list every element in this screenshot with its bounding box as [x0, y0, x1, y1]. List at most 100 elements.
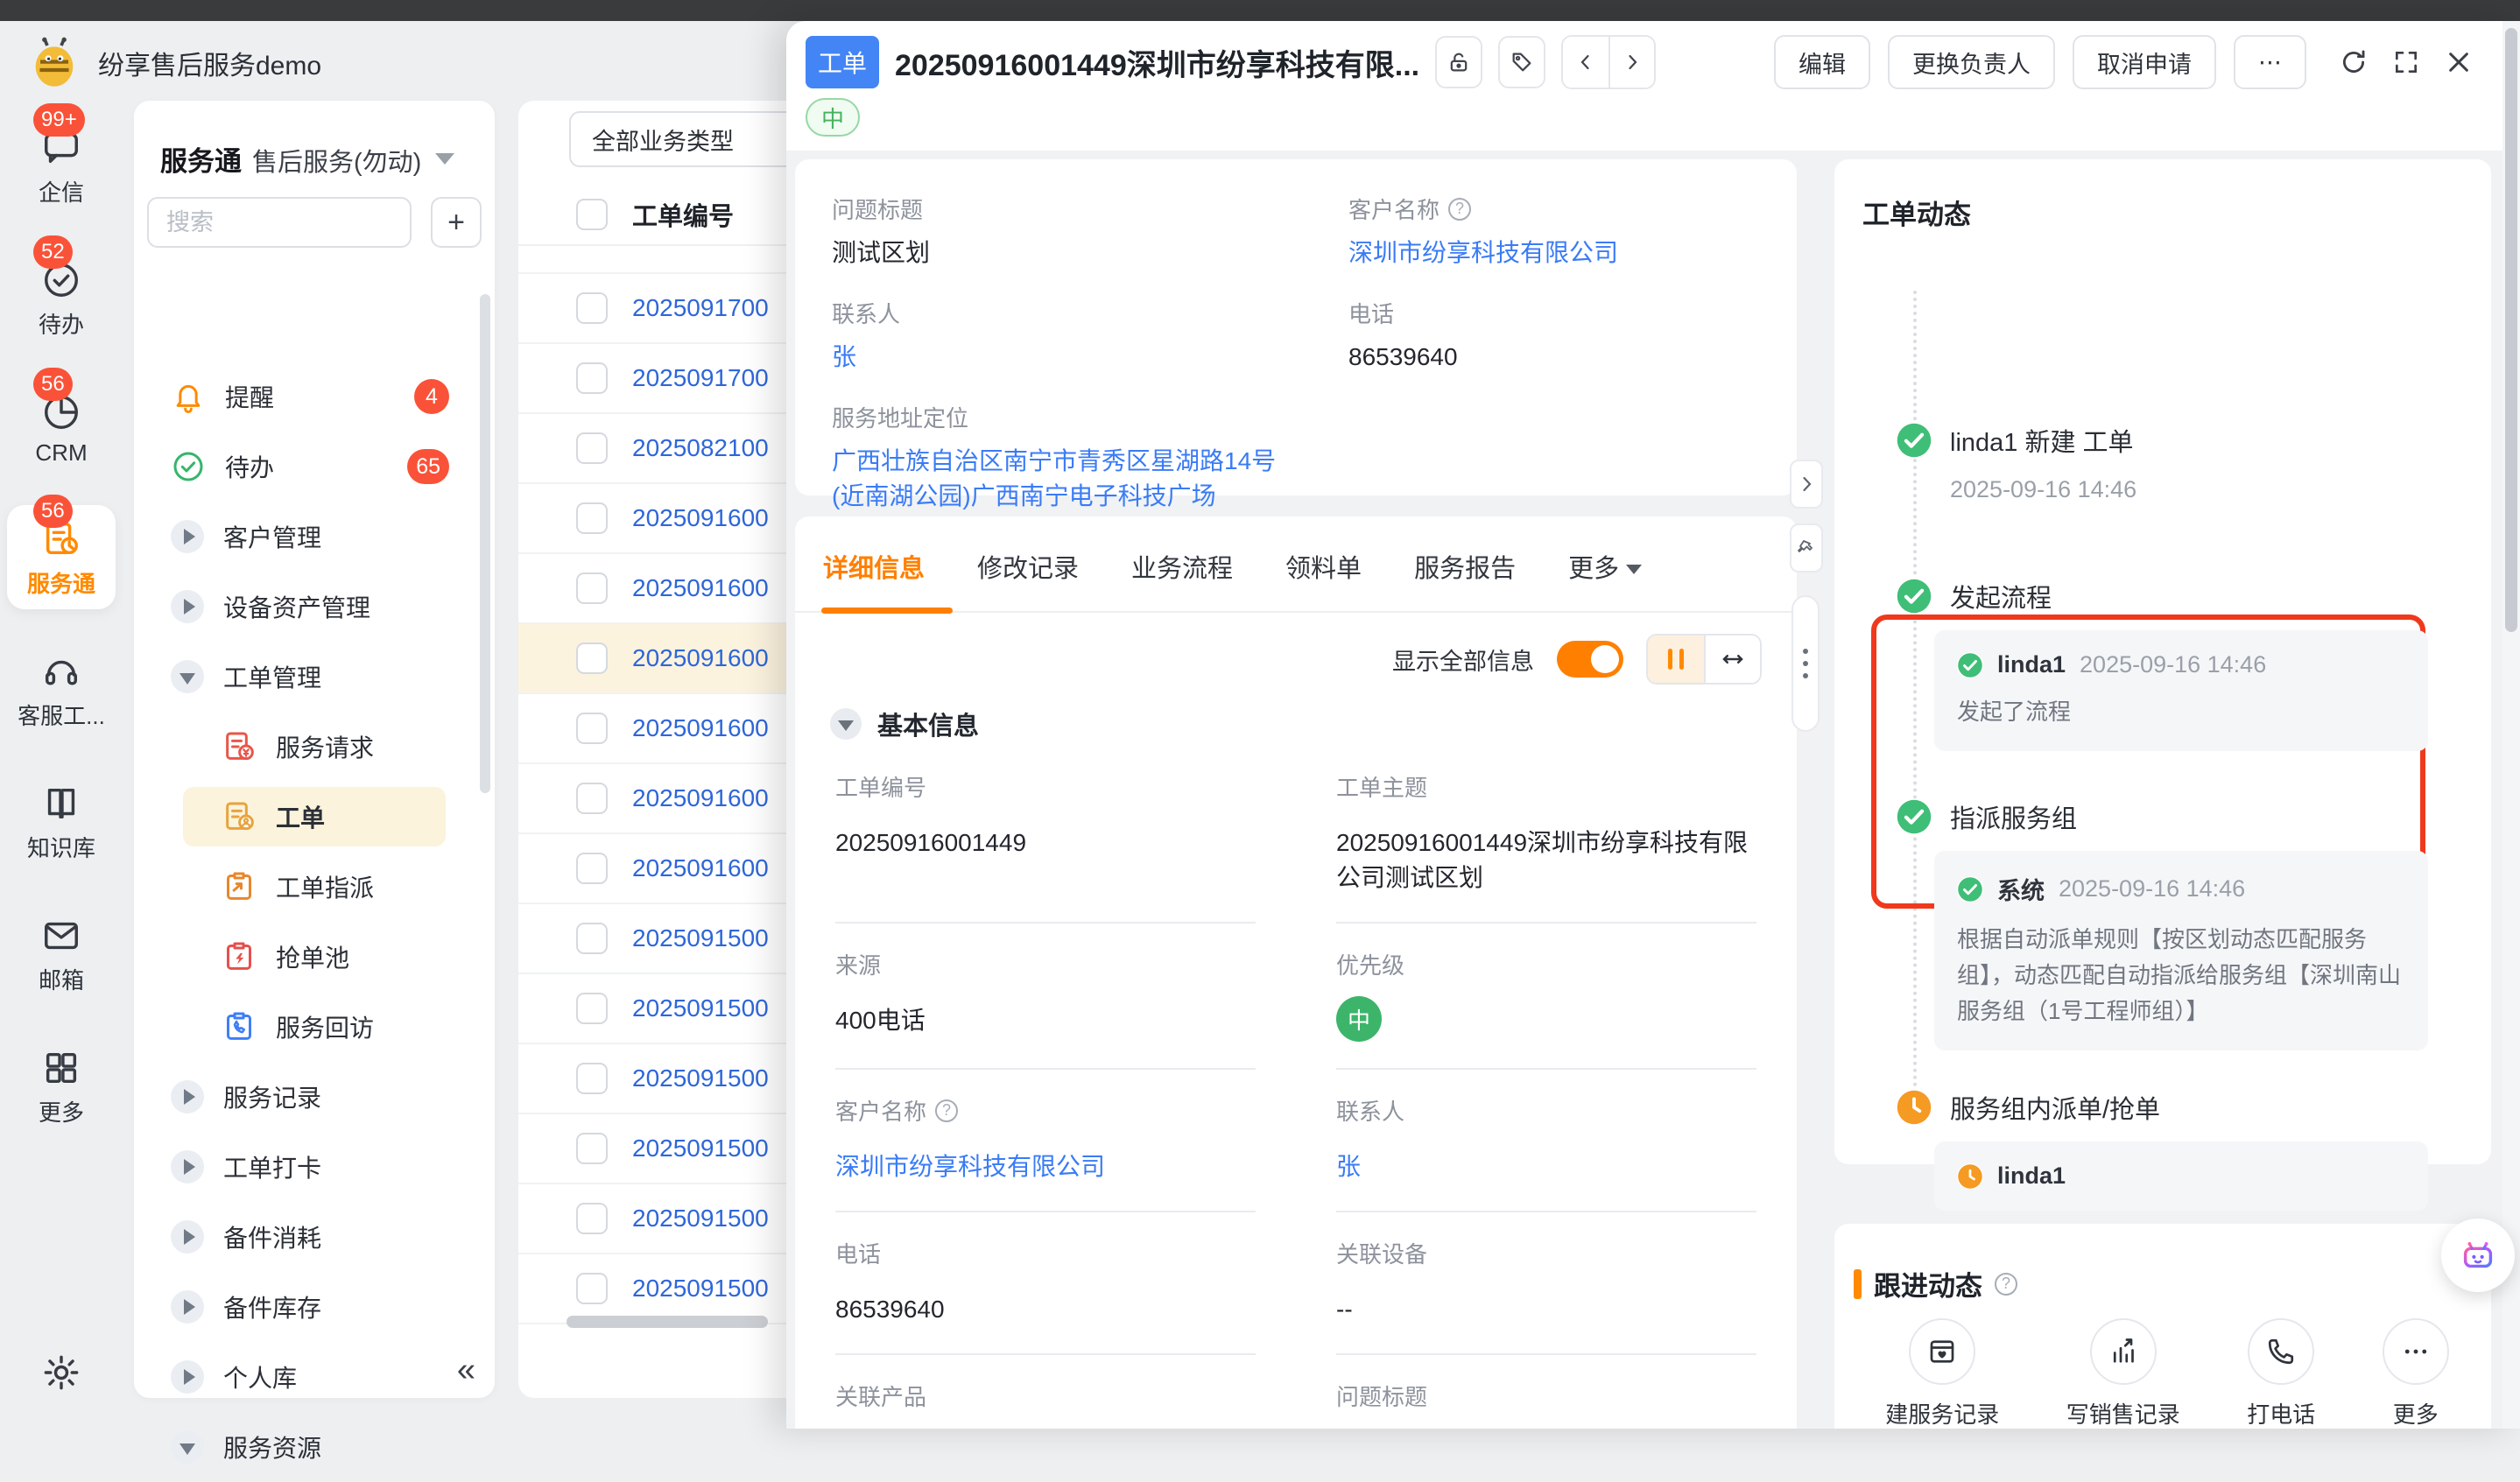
sidebar-item-个人库[interactable]: 个人库: [134, 1342, 495, 1412]
rail-item-服务通[interactable]: 56服务通: [7, 505, 116, 609]
tab-详细信息[interactable]: 详细信息: [823, 548, 925, 615]
panel-collapse-chevron-icon[interactable]: [1790, 460, 1823, 509]
lock-icon[interactable]: [1435, 36, 1482, 88]
field-value[interactable]: 张: [832, 340, 1305, 375]
section-header[interactable]: 基本信息: [830, 706, 979, 742]
action-button-更换负责人[interactable]: 更换负责人: [1888, 35, 2055, 89]
row-checkbox[interactable]: [576, 1063, 608, 1094]
field-value[interactable]: 张: [1336, 1149, 1748, 1184]
rail-item-更多[interactable]: 更多: [7, 1034, 116, 1138]
refresh-icon[interactable]: [2336, 45, 2371, 80]
prev-record-button[interactable]: [1563, 37, 1608, 88]
tab-业务流程[interactable]: 业务流程: [1131, 548, 1233, 615]
row-checkbox[interactable]: [576, 923, 608, 954]
sidebar-item-提醒[interactable]: 提醒4: [134, 362, 495, 432]
search-input[interactable]: [147, 197, 412, 248]
row-checkbox[interactable]: [576, 432, 608, 464]
followup-button-建服务记录[interactable]: 建服务记录: [1885, 1318, 1999, 1429]
workorder-number-link[interactable]: 2025091500: [632, 1064, 769, 1092]
action-button-取消申请[interactable]: 取消申请: [2073, 35, 2216, 89]
pin-icon[interactable]: [1790, 523, 1823, 572]
row-checkbox[interactable]: [576, 292, 608, 324]
field-value[interactable]: 广西壮族自治区南宁市青秀区星湖路14号(近南湖公园)广西南宁电子科技广场: [832, 444, 1305, 514]
workorder-number-link[interactable]: 2025082100: [632, 434, 769, 462]
fullscreen-icon[interactable]: [2389, 45, 2424, 80]
row-checkbox[interactable]: [576, 853, 608, 884]
sidebar-collapse-button[interactable]: «: [457, 1352, 475, 1389]
sidebar-item-工单[interactable]: 工单: [134, 782, 495, 852]
sidebar-item-待办[interactable]: 待办65: [134, 432, 495, 502]
tag-icon[interactable]: [1498, 36, 1545, 88]
workorder-number-link[interactable]: 2025091500: [632, 1275, 769, 1303]
row-checkbox[interactable]: [576, 643, 608, 674]
field-value[interactable]: 深圳市纷享科技有限公司: [835, 1149, 1247, 1184]
field-value[interactable]: 深圳市纷享科技有限公司: [1348, 235, 1762, 270]
show-all-toggle[interactable]: [1557, 641, 1623, 678]
sidebar-item-服务回访[interactable]: 服务回访: [134, 992, 495, 1062]
chart-icon: [2090, 1318, 2157, 1385]
window-scrollbar[interactable]: [2502, 21, 2520, 1429]
workorder-number-link[interactable]: 2025091600: [632, 574, 769, 602]
select-all-checkbox[interactable]: [576, 199, 608, 230]
sidebar-item-服务资源[interactable]: 服务资源: [134, 1412, 495, 1482]
workorder-number-link[interactable]: 2025091500: [632, 1134, 769, 1162]
workorder-number-link[interactable]: 2025091600: [632, 644, 769, 672]
row-checkbox[interactable]: [576, 783, 608, 814]
sidebar-item-服务请求[interactable]: 服务请求: [134, 712, 495, 782]
workorder-number-link[interactable]: 2025091600: [632, 504, 769, 532]
sidebar-item-备件消耗[interactable]: 备件消耗: [134, 1202, 495, 1272]
workorder-number-link[interactable]: 2025091600: [632, 714, 769, 742]
sidebar-item-抢单池[interactable]: 抢单池: [134, 922, 495, 992]
expand-horizontal-icon[interactable]: [1704, 636, 1760, 683]
row-checkbox[interactable]: [576, 713, 608, 744]
doc-visit-icon: [222, 1009, 257, 1044]
sidebar-item-工单指派[interactable]: 工单指派: [134, 852, 495, 922]
row-checkbox[interactable]: [576, 362, 608, 394]
workorder-number-link[interactable]: 2025091600: [632, 784, 769, 812]
workorder-number-link[interactable]: 2025091500: [632, 994, 769, 1022]
row-checkbox[interactable]: [576, 502, 608, 534]
sidebar-item-客户管理[interactable]: 客户管理: [134, 502, 495, 572]
rail-item-CRM[interactable]: 56CRM: [7, 378, 116, 477]
followup-button-写销售记录[interactable]: 写销售记录: [2066, 1318, 2180, 1429]
workorder-number-link[interactable]: 2025091500: [632, 924, 769, 952]
row-checkbox[interactable]: [576, 1133, 608, 1164]
followup-button-更多[interactable]: 更多: [2383, 1318, 2449, 1429]
workorder-number-link[interactable]: 2025091600: [632, 854, 769, 882]
row-checkbox[interactable]: [576, 1273, 608, 1304]
workorder-number-link[interactable]: 2025091500: [632, 1205, 769, 1233]
sidebar-item-工单打卡[interactable]: 工单打卡: [134, 1132, 495, 1202]
action-button-编辑[interactable]: 编辑: [1774, 35, 1870, 89]
tab-领料单[interactable]: 领料单: [1285, 548, 1362, 615]
assistant-robot-button[interactable]: [2441, 1219, 2515, 1292]
tab-修改记录[interactable]: 修改记录: [977, 548, 1079, 615]
nav-app-switcher[interactable]: 服务通 售后服务(勿动): [134, 101, 495, 179]
rail-item-客服工...[interactable]: 客服工...: [7, 637, 116, 741]
tab-服务报告[interactable]: 服务报告: [1414, 548, 1516, 615]
row-checkbox[interactable]: [576, 1203, 608, 1234]
sidebar-item-服务记录[interactable]: 服务记录: [134, 1062, 495, 1132]
action-button-⋯[interactable]: ⋯: [2234, 35, 2306, 89]
sidebar-item-备件库存[interactable]: 备件库存: [134, 1272, 495, 1342]
row-checkbox[interactable]: [576, 572, 608, 604]
sidebar-item-设备资产管理[interactable]: 设备资产管理: [134, 572, 495, 642]
window-scrollbar-thumb[interactable]: [2505, 28, 2517, 632]
workorder-number-link[interactable]: 2025091700: [632, 364, 769, 392]
rail-item-企信[interactable]: 99+企信: [7, 114, 116, 218]
horizontal-scrollbar[interactable]: [567, 1316, 768, 1328]
settings-gear-icon[interactable]: [41, 1352, 81, 1393]
rail-item-待办[interactable]: 52待办: [7, 246, 116, 350]
panel-drag-handle[interactable]: [1791, 595, 1820, 732]
workorder-number-link[interactable]: 2025091700: [632, 294, 769, 322]
nav-scrollbar[interactable]: [480, 294, 490, 793]
sidebar-item-工单管理[interactable]: 工单管理: [134, 642, 495, 712]
close-icon[interactable]: [2441, 45, 2476, 80]
row-checkbox[interactable]: [576, 993, 608, 1024]
rail-item-知识库[interactable]: 知识库: [7, 769, 116, 874]
next-record-button[interactable]: [1608, 37, 1654, 88]
add-button[interactable]: +: [431, 197, 482, 248]
tab-更多[interactable]: 更多: [1568, 548, 1642, 615]
pause-layout-icon[interactable]: [1648, 636, 1704, 683]
rail-item-邮箱[interactable]: 邮箱: [7, 902, 116, 1006]
followup-button-打电话[interactable]: 打电话: [2247, 1318, 2315, 1429]
